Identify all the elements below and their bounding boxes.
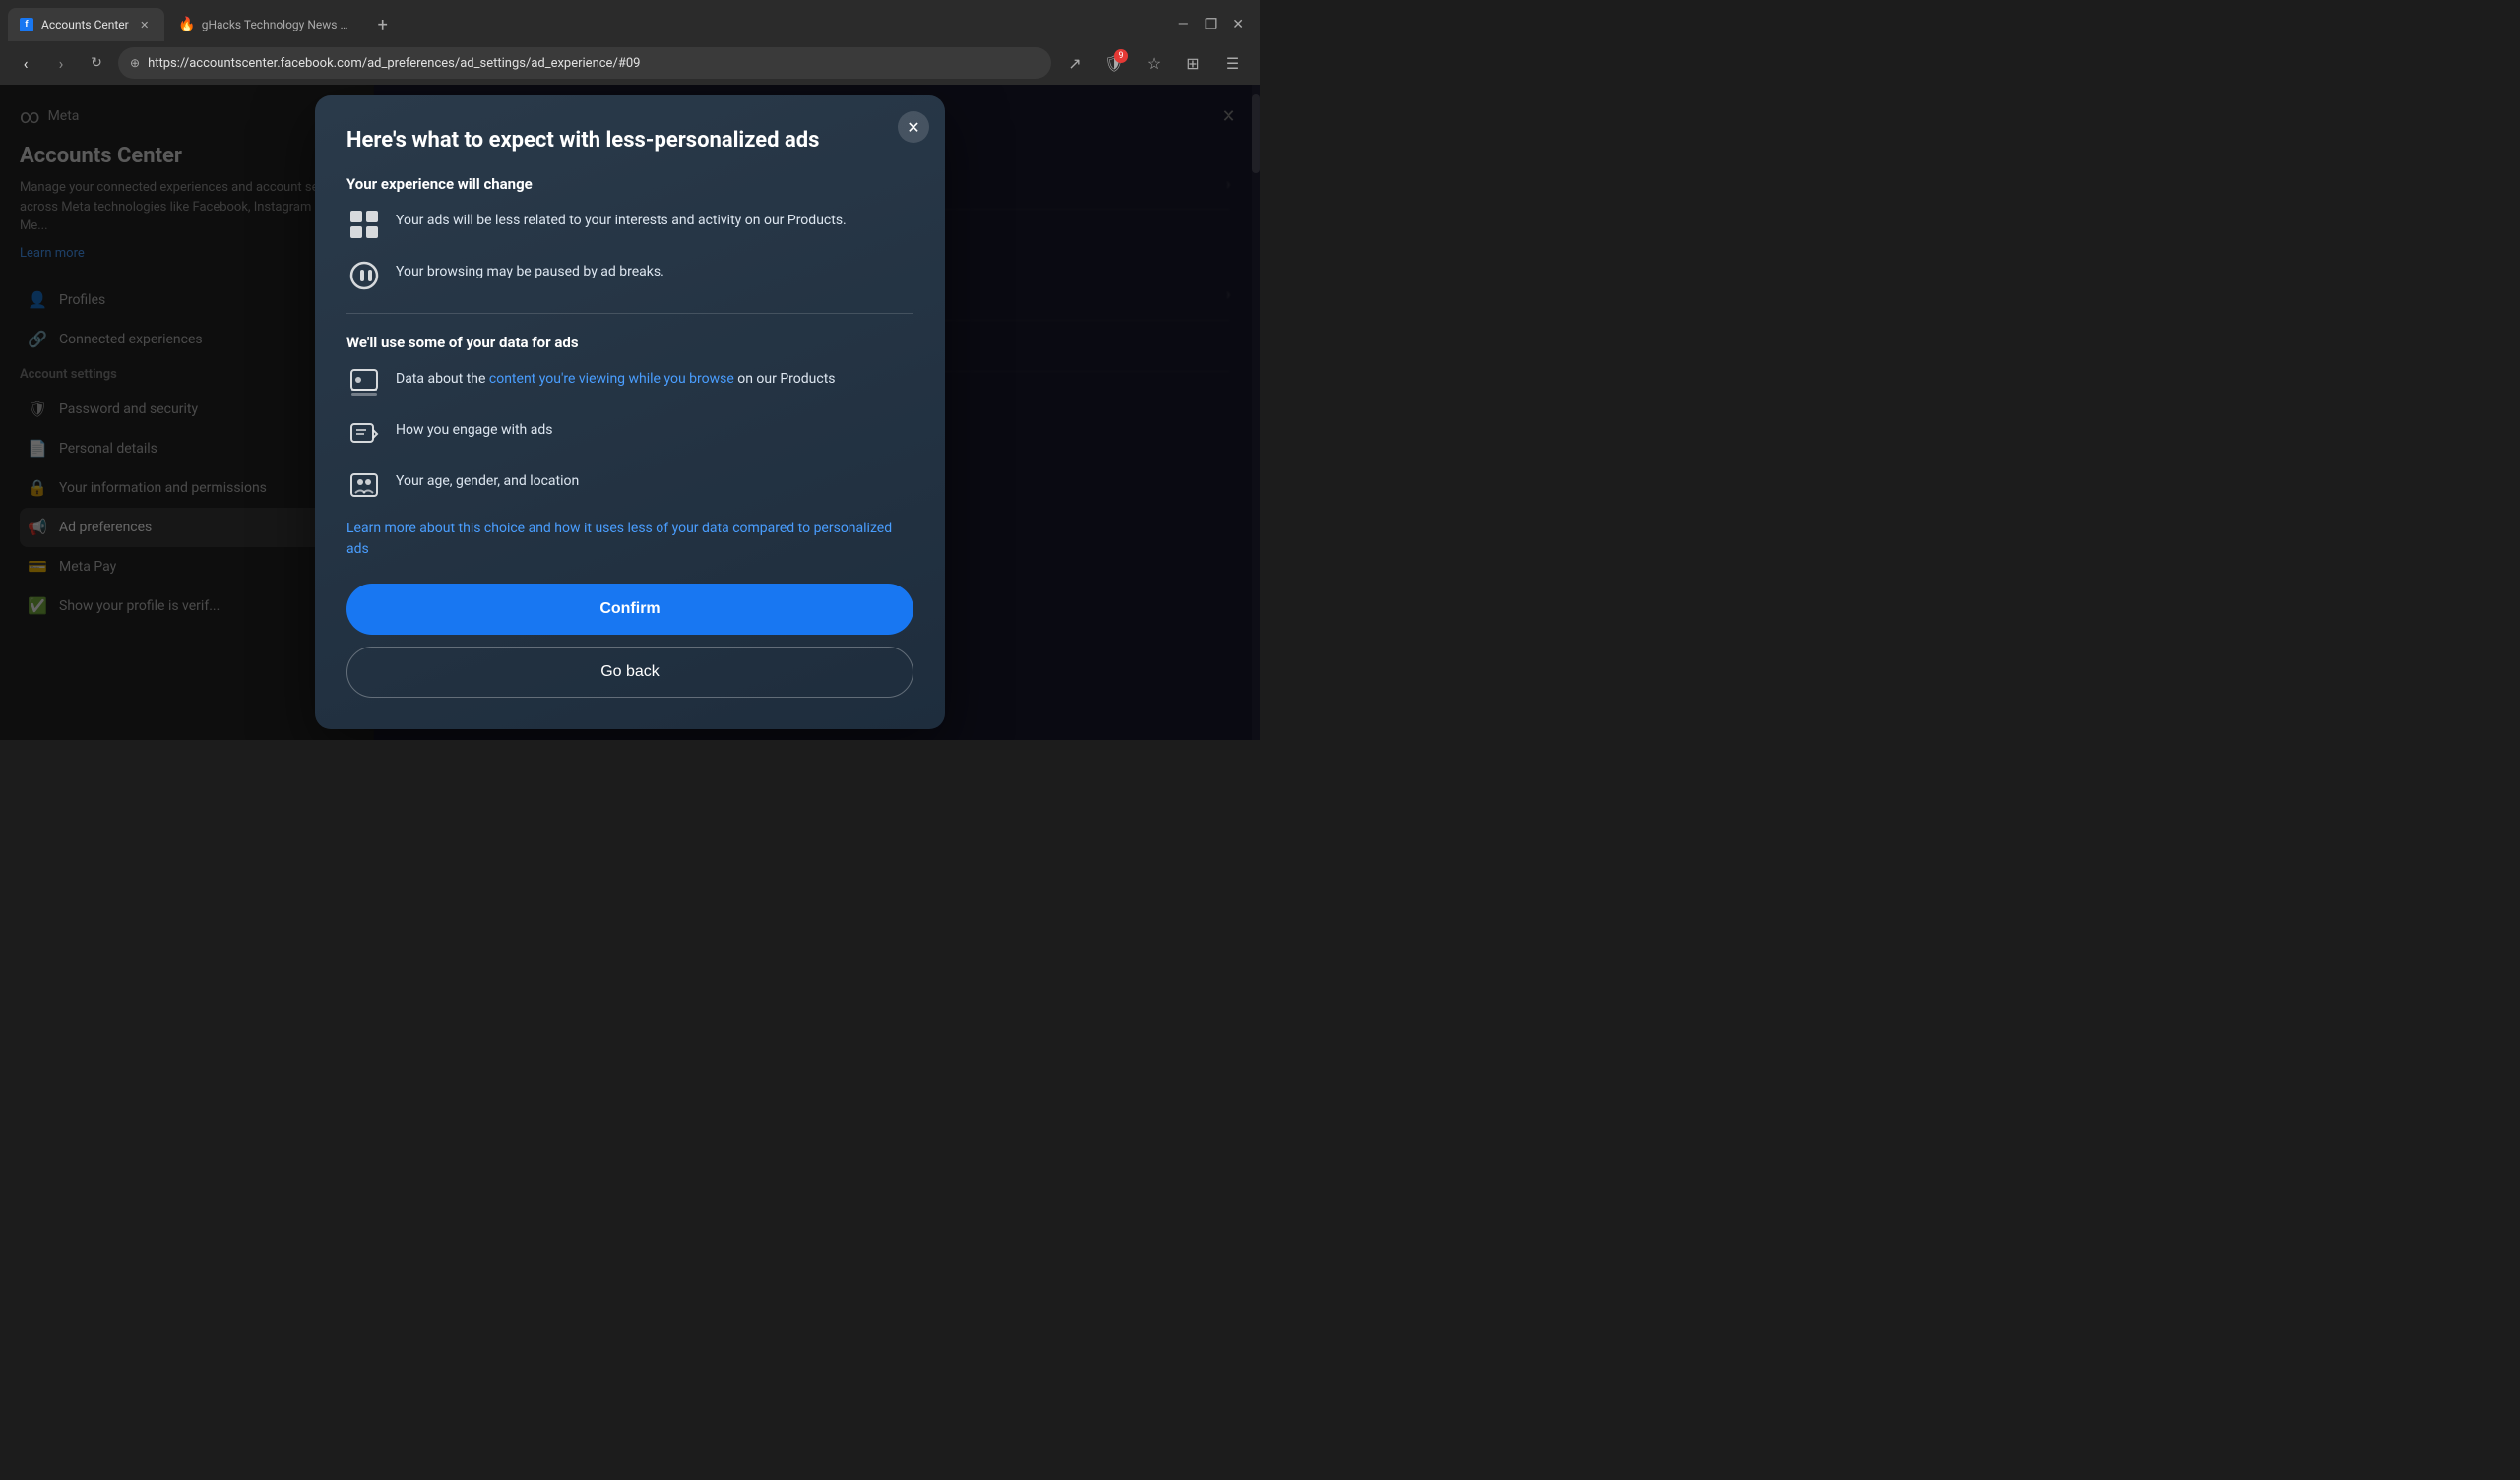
tab-close-accounts-center[interactable]: ✕ <box>137 17 153 32</box>
modal-close-button[interactable]: ✕ <box>898 111 929 143</box>
menu-button[interactable]: ☰ <box>1217 47 1248 79</box>
modal-item-interests: Your ads will be less related to your in… <box>346 207 914 242</box>
interests-text: Your ads will be less related to your in… <box>396 207 847 231</box>
tab-label-accounts-center: Accounts Center <box>41 18 129 31</box>
minimize-button[interactable]: — <box>1178 17 1189 32</box>
modal-overlay: ✕ Here's what to expect with less-person… <box>0 85 1260 740</box>
engage-ads-icon <box>346 416 382 452</box>
lock-icon: ⊕ <box>130 56 140 70</box>
engage-ads-text: How you engage with ads <box>396 416 552 441</box>
demographics-text: Your age, gender, and location <box>396 467 579 492</box>
extension-badge: 9 <box>1114 49 1128 63</box>
modal-item-browsing: Your browsing may be paused by ad breaks… <box>346 258 914 293</box>
modal-divider-1 <box>346 313 914 314</box>
nav-bar: ‹ › ↻ ⊕ https://accountscenter.facebook.… <box>0 41 1260 85</box>
interests-icon <box>346 207 382 242</box>
share-button[interactable]: ↗ <box>1059 47 1091 79</box>
maximize-button[interactable]: ❐ <box>1205 17 1218 32</box>
modal-item-demographics: Your age, gender, and location <box>346 467 914 503</box>
modal-section-data-title: We'll use some of your data for ads <box>346 334 914 351</box>
address-text: https://accountscenter.facebook.com/ad_p… <box>148 56 1040 71</box>
content-viewing-link[interactable]: content you're viewing while you browse <box>489 371 734 387</box>
go-back-button[interactable]: Go back <box>346 647 914 698</box>
address-bar[interactable]: ⊕ https://accountscenter.facebook.com/ad… <box>118 47 1051 79</box>
tab-favicon-fb: f <box>20 18 33 31</box>
back-button[interactable]: ‹ <box>12 49 39 77</box>
window-close-button[interactable]: ✕ <box>1232 17 1244 32</box>
forward-button[interactable]: › <box>47 49 75 77</box>
new-tab-button[interactable]: + <box>369 11 397 38</box>
confirm-button[interactable]: Confirm <box>346 584 914 635</box>
modal-item-engage-ads: How you engage with ads <box>346 416 914 452</box>
browsing-icon <box>346 258 382 293</box>
bookmarks-button[interactable]: ☆ <box>1138 47 1169 79</box>
modal-title: Here's what to expect with less-personal… <box>346 127 914 155</box>
refresh-button[interactable]: ↻ <box>83 49 110 77</box>
sidebar-toggle[interactable]: ⊞ <box>1177 47 1209 79</box>
browser-chrome: f Accounts Center ✕ 🔥 gHacks Technology … <box>0 0 1260 85</box>
tab-bar: f Accounts Center ✕ 🔥 gHacks Technology … <box>0 0 1260 41</box>
tab-ghacks[interactable]: 🔥 gHacks Technology News and Advi... <box>168 8 365 41</box>
browsing-text: Your browsing may be paused by ad breaks… <box>396 258 664 282</box>
window-controls: — ❐ ✕ <box>1178 17 1252 32</box>
content-viewing-text: Data about the content you're viewing wh… <box>396 365 836 390</box>
page-bg: ∞ Meta Accounts Center Manage your conne… <box>0 85 1260 740</box>
extension-button[interactable]: 🛡 9 <box>1099 47 1130 79</box>
modal-item-content-viewing: Data about the content you're viewing wh… <box>346 365 914 401</box>
tab-label-ghacks: gHacks Technology News and Advi... <box>202 18 353 31</box>
demographics-icon <box>346 467 382 503</box>
content-viewing-icon <box>346 365 382 401</box>
modal: ✕ Here's what to expect with less-person… <box>315 95 945 729</box>
modal-section-experience-title: Your experience will change <box>346 175 914 193</box>
tab-accounts-center[interactable]: f Accounts Center ✕ <box>8 8 164 41</box>
tab-favicon-ghacks: 🔥 <box>180 18 194 31</box>
modal-learn-more-link[interactable]: Learn more about this choice and how it … <box>346 519 914 560</box>
